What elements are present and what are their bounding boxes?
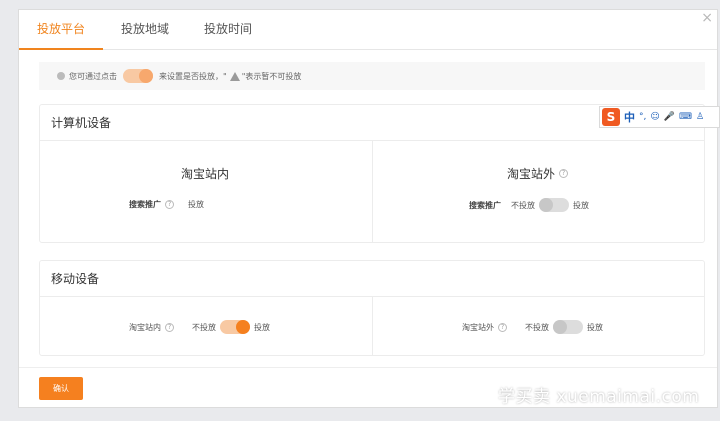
pc-outside-search-row: 搜索推广 不投放 投放 [469, 198, 593, 212]
sample-toggle-icon [123, 69, 153, 83]
off-label: 不投放 [525, 322, 549, 332]
on-label: 投放 [573, 200, 589, 210]
hint-text-before: 您可通过点击 [69, 71, 117, 81]
mobile-outside-toggle[interactable] [553, 320, 583, 334]
row-label: 淘宝站外 [462, 322, 494, 332]
help-icon[interactable]: ? [559, 169, 569, 178]
punctuation-icon[interactable]: °, [639, 112, 646, 122]
column-divider [372, 297, 373, 355]
off-label: 不投放 [192, 322, 216, 332]
row-label: 搜索推广 [469, 200, 501, 210]
hint-text-middle: 来设置是否投放，" [159, 71, 227, 81]
tab-region[interactable]: 投放地域 [121, 21, 169, 50]
user-icon[interactable]: ♙ [696, 112, 704, 122]
status-value: 投放 [188, 200, 204, 209]
emoji-icon[interactable]: ☺ [650, 112, 659, 122]
info-icon [57, 72, 65, 80]
delivery-settings-dialog: × 投放平台 投放地域 投放时间 您可通过点击 来设置是否投放，" "表示暂不可… [18, 9, 718, 408]
help-icon[interactable]: ? [165, 200, 174, 209]
tab-bar: 投放平台 投放地域 投放时间 [19, 10, 717, 50]
keyboard-icon[interactable]: ⌨ [679, 112, 692, 122]
watermark: 学买卖 xuemaimai.com [498, 387, 700, 407]
help-icon[interactable]: ? [165, 322, 174, 332]
mobile-inside-toggle[interactable] [220, 320, 250, 334]
warning-icon [229, 71, 240, 81]
hint-bar: 您可通过点击 来设置是否投放，" "表示暂不可投放 [39, 62, 705, 90]
off-label: 不投放 [511, 200, 535, 210]
on-label: 投放 [254, 322, 270, 332]
confirm-button[interactable]: 确认 [39, 377, 83, 400]
pc-inside-search-row: 搜索推广 ? 投放 [129, 199, 208, 210]
mobile-outside-row: 淘宝站外 ? 不投放 投放 [462, 320, 607, 334]
pc-outside-title: 淘宝站外 [507, 167, 556, 181]
footer-divider [19, 367, 717, 368]
row-label: 搜索推广 [129, 200, 161, 209]
mobile-device-section: 移动设备 淘宝站内 ? 不投放 投放 淘宝站外 ? 不投放 投放 [39, 260, 705, 356]
chinese-mode-icon[interactable]: 中 [624, 109, 635, 125]
section-title: 移动设备 [40, 261, 704, 297]
row-label: 淘宝站内 [129, 322, 161, 332]
pc-outside-toggle[interactable] [539, 198, 569, 212]
on-label: 投放 [587, 322, 603, 332]
ime-toolbar[interactable]: S 中 °, ☺ 🎤 ⌨ ♙ [599, 106, 720, 128]
tab-platform[interactable]: 投放平台 [19, 21, 103, 50]
pc-outside-title-wrap: 淘宝站外 ? [507, 165, 572, 182]
help-icon[interactable]: ? [498, 322, 507, 332]
hint-text-after: "表示暂不可投放 [241, 71, 302, 81]
pc-inside-title: 淘宝站内 [181, 167, 230, 181]
column-divider [372, 141, 373, 242]
microphone-icon[interactable]: 🎤 [664, 112, 675, 122]
sogou-logo-icon[interactable]: S [602, 108, 620, 126]
tab-time[interactable]: 投放时间 [204, 21, 252, 50]
mobile-inside-row: 淘宝站内 ? 不投放 投放 [129, 320, 274, 334]
